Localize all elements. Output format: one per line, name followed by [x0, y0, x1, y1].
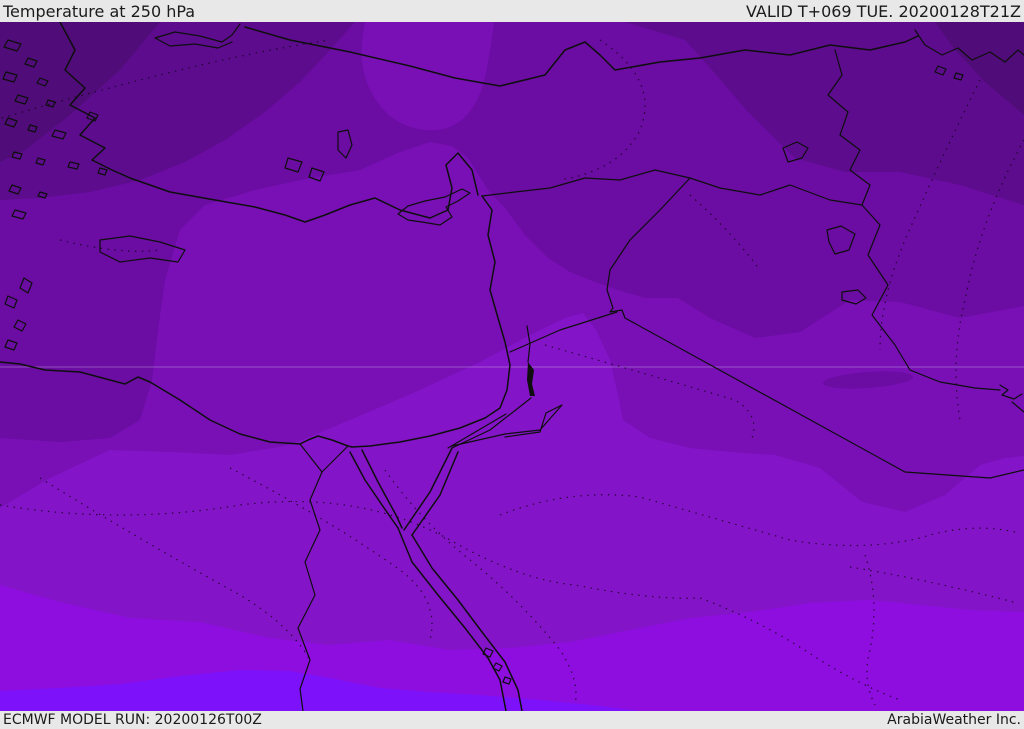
status-bar: ECMWF MODEL RUN: 20200126T00Z ArabiaWeat…	[0, 711, 1024, 729]
valid-time-label: VALID T+069 TUE. 20200128T21Z	[745, 1, 1021, 21]
title-bar: Temperature at 250 hPa VALID T+069 TUE. …	[0, 0, 1024, 22]
weather-map-svg	[0, 22, 1024, 711]
map-area	[0, 22, 1024, 711]
weather-map-viewer: Temperature at 250 hPa VALID T+069 TUE. …	[0, 0, 1024, 729]
model-run-label: ECMWF MODEL RUN: 20200126T00Z	[3, 712, 262, 728]
map-title: Temperature at 250 hPa	[3, 1, 196, 21]
credit-label: ArabiaWeather Inc.	[887, 712, 1021, 728]
